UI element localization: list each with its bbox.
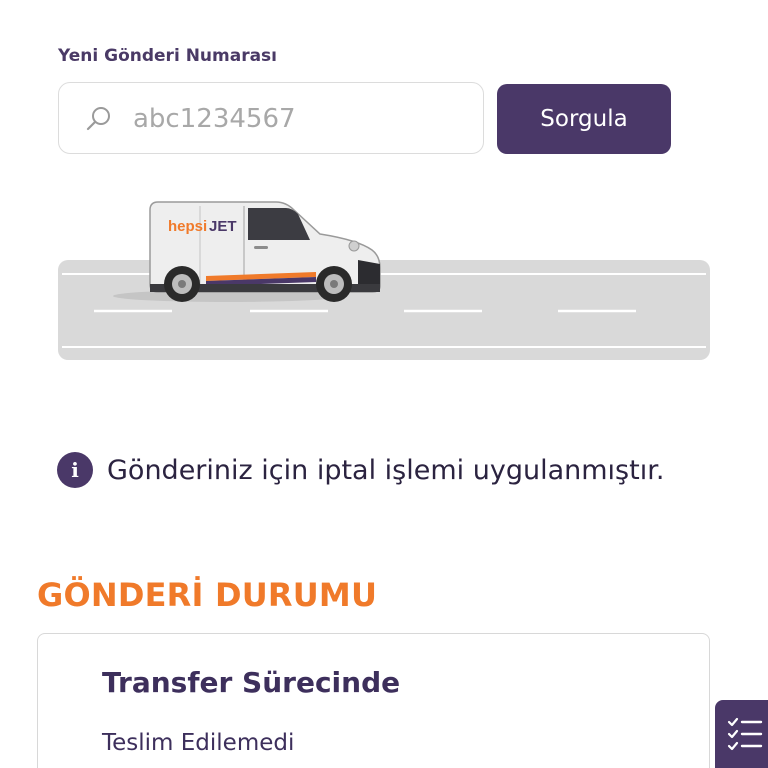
cancel-notice: i Gönderiniz için iptal işlemi uygulanmı… (57, 452, 664, 488)
shipment-status-heading: GÖNDERİ DURUMU (37, 576, 378, 614)
van-logo-right: JET (209, 218, 237, 235)
tracking-number-input[interactable] (131, 97, 475, 141)
tracking-number-label: Yeni Gönderi Numarası (58, 46, 278, 66)
status-title: Transfer Sürecinde (102, 666, 401, 699)
status-card: Transfer Sürecinde Teslim Edilemedi (37, 633, 710, 768)
cancel-notice-text: Gönderiniz için iptal işlemi uygulanmışt… (107, 454, 665, 486)
delivery-van: hepsi JET (113, 201, 381, 302)
search-box[interactable] (58, 82, 484, 154)
checklist-icon (727, 717, 763, 751)
checklist-button[interactable] (715, 700, 768, 768)
query-button[interactable]: Sorgula (497, 84, 671, 154)
info-icon: i (57, 452, 93, 488)
road-illustration: hepsi JET (58, 201, 710, 360)
van-logo-left: hepsi (168, 218, 207, 235)
status-subtitle: Teslim Edilemedi (102, 730, 295, 756)
page: Yeni Gönderi Numarası Sorgula (0, 0, 768, 768)
search-icon (86, 107, 110, 131)
